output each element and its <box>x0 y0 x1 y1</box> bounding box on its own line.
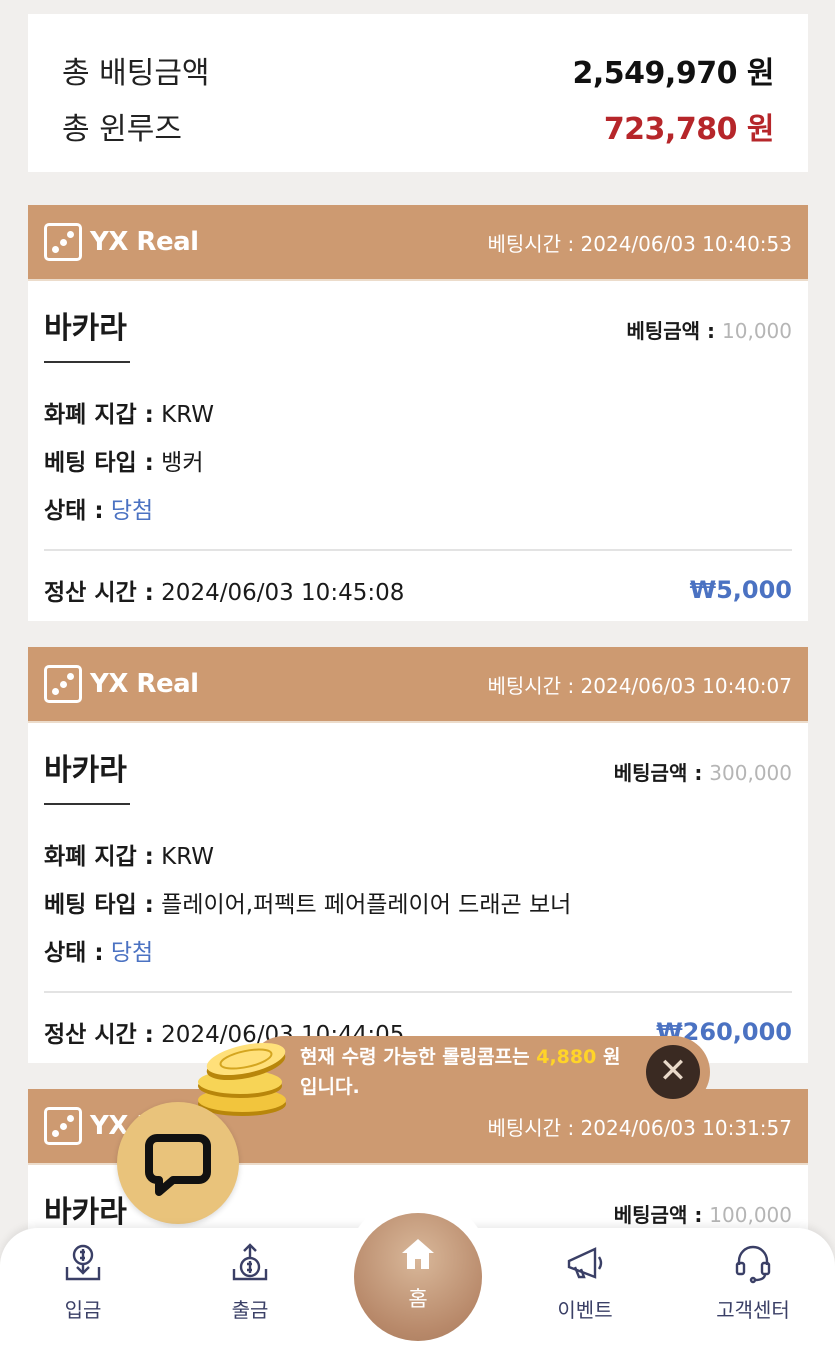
bet-amount: 베팅금액 : 10,000 <box>626 315 792 344</box>
bet-amount-label: 베팅금액 : <box>613 1203 703 1227</box>
bet-type-row: 베팅 타입 : 뱅커 <box>44 439 792 487</box>
bet-type-label: 베팅 타입 : <box>44 450 154 476</box>
bet-type-value: 플레이어,퍼펙트 페어플레이어 드래곤 보너 <box>161 892 572 918</box>
bet-amount-value: 300,000 <box>709 761 792 785</box>
bet-card-body: 바카라 베팅금액 : 300,000 화폐 지갑 : KRW 베팅 타입 : 플… <box>28 723 808 1071</box>
brand-name: YX Real <box>90 227 199 257</box>
total-winloss-label: 총 윈루즈 <box>62 112 182 147</box>
toast-value: 4,880 <box>536 1046 597 1068</box>
dice-icon <box>44 1107 82 1145</box>
status-value: 당첨 <box>110 940 154 966</box>
settle-label: 정산 시간 : <box>44 1022 154 1048</box>
settle-label: 정산 시간 : <box>44 580 154 606</box>
nav-support-label: 고객센터 <box>716 1298 790 1322</box>
toast-text: 현재 수령 가능한 롤링콤프는 <box>300 1046 537 1068</box>
wallet-row: 화폐 지갑 : KRW <box>44 833 792 881</box>
nav-event-label: 이벤트 <box>557 1298 613 1322</box>
brand: YX Real <box>44 223 199 261</box>
total-bet-row: 총 배팅금액 2,549,970 원 <box>62 42 775 98</box>
status-label: 상태 : <box>44 498 104 524</box>
nav-deposit-label: 입금 <box>64 1298 102 1322</box>
chat-bubble-icon <box>145 1134 211 1196</box>
wallet-value: KRW <box>161 844 215 870</box>
nav-withdraw[interactable]: 출금 <box>195 1240 305 1323</box>
total-winloss-value: 723,780 원 <box>603 112 775 147</box>
nav-support[interactable]: 고객센터 <box>698 1240 808 1323</box>
bet-time: 베팅시간 : 2024/06/03 10:31:57 <box>487 1115 792 1140</box>
summary-card: 총 배팅금액 2,549,970 원 총 윈루즈 723,780 원 <box>28 14 808 172</box>
brand-name: YX Real <box>90 669 199 699</box>
wallet-value: KRW <box>161 402 215 428</box>
wallet-label: 화폐 지갑 : <box>44 402 154 428</box>
bet-card-body: 바카라 베팅금액 : 10,000 화폐 지갑 : KRW 베팅 타입 : 뱅커… <box>28 281 808 629</box>
nav-home-label: 홈 <box>408 1287 428 1311</box>
bet-amount: 베팅금액 : 100,000 <box>614 1199 792 1228</box>
bet-type-label: 베팅 타입 : <box>44 892 154 918</box>
nav-home[interactable]: 홈 <box>354 1213 482 1341</box>
bet-time: 베팅시간 : 2024/06/03 10:40:07 <box>487 673 792 698</box>
withdraw-icon <box>195 1240 305 1286</box>
brand: YX Real <box>44 665 199 703</box>
bet-card: YX Real 베팅시간 : 2024/06/03 10:40:07 바카라 베… <box>28 647 808 1063</box>
status-row: 상태 : 당첨 <box>44 487 792 535</box>
close-icon[interactable]: ✕ <box>646 1045 700 1099</box>
status-row: 상태 : 당첨 <box>44 929 792 977</box>
dice-icon <box>44 223 82 261</box>
bet-type-value: 뱅커 <box>161 450 204 476</box>
nav-deposit[interactable]: 입금 <box>28 1240 138 1323</box>
home-icon <box>354 1235 482 1275</box>
bet-card-header: YX Real 베팅시간 : 2024/06/03 10:40:53 <box>28 205 808 281</box>
game-name: 바카라 <box>44 745 130 805</box>
nav-event[interactable]: 이벤트 <box>530 1240 640 1323</box>
status-label: 상태 : <box>44 940 104 966</box>
settle-time: 2024/06/03 10:45:08 <box>161 580 405 606</box>
bet-card: YX Real 베팅시간 : 2024/06/03 10:40:53 바카라 베… <box>28 205 808 621</box>
bet-amount-value: 100,000 <box>709 1203 792 1227</box>
nav-withdraw-label: 출금 <box>231 1298 269 1322</box>
total-bet-label: 총 배팅금액 <box>62 56 210 91</box>
bet-card-header: YX Real 베팅시간 : 2024/06/03 10:40:07 <box>28 647 808 723</box>
deposit-icon <box>28 1240 138 1286</box>
bet-amount-label: 베팅금액 : <box>613 761 703 785</box>
bet-time: 베팅시간 : 2024/06/03 10:40:53 <box>487 231 792 256</box>
toast-unit: 원 <box>596 1046 621 1068</box>
total-bet-value: 2,549,970 원 <box>572 56 775 91</box>
rolling-comp-toast: 현재 수령 가능한 롤링콤프는 4,880 원 입니다. ✕ <box>248 1036 710 1108</box>
dice-icon <box>44 665 82 703</box>
chat-button[interactable] <box>117 1102 239 1224</box>
game-name: 바카라 <box>44 303 130 363</box>
wallet-row: 화폐 지갑 : KRW <box>44 391 792 439</box>
payout-value: ₩5,000 <box>689 576 792 604</box>
settle-row: 정산 시간 : 2024/06/03 10:45:08 ₩5,000 <box>44 551 792 629</box>
bet-amount-value: 10,000 <box>722 319 792 343</box>
wallet-label: 화폐 지갑 : <box>44 844 154 870</box>
bet-type-row: 베팅 타입 : 플레이어,퍼펙트 페어플레이어 드래곤 보너 <box>44 881 792 929</box>
bet-amount: 베팅금액 : 300,000 <box>614 757 792 786</box>
megaphone-icon <box>530 1240 640 1286</box>
bet-amount-label: 베팅금액 : <box>626 319 716 343</box>
status-value: 당첨 <box>110 498 154 524</box>
total-winloss-row: 총 윈루즈 723,780 원 <box>62 98 775 154</box>
headset-icon <box>698 1240 808 1286</box>
